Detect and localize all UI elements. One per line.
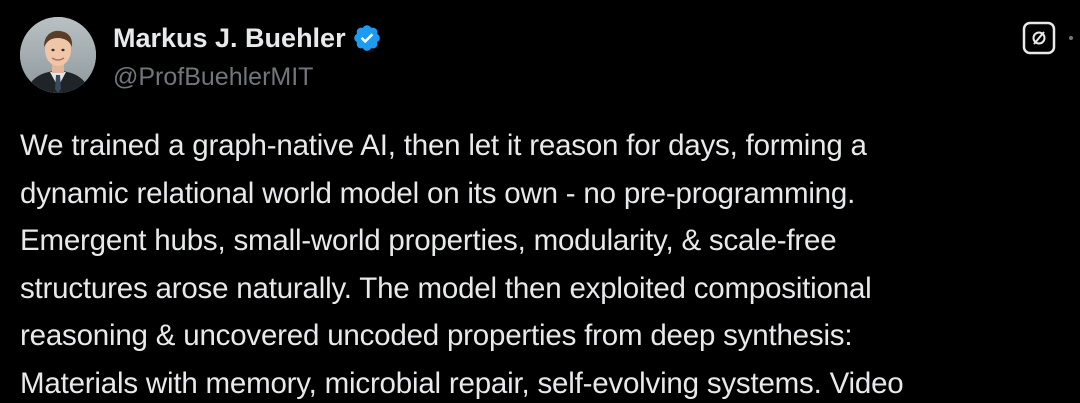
tweet-text-line: Materials with memory, microbial repair,… — [20, 366, 904, 400]
tweet-text-line: structures arose naturally. The model th… — [20, 271, 872, 305]
author-name-row[interactable]: Markus J. Buehler — [113, 20, 382, 56]
more-options-icon — [1069, 36, 1073, 40]
tweet-text-line: Emergent hubs, small-world properties, m… — [20, 224, 837, 257]
tweet-card: Markus J. Buehler @ProfBuehlerMIT We tra… — [0, 0, 1080, 403]
grok-icon — [1022, 21, 1056, 55]
grok-button[interactable] — [1022, 21, 1056, 55]
author-avatar[interactable] — [20, 17, 96, 93]
profile-photo-icon — [20, 17, 96, 93]
verified-badge-icon — [352, 23, 382, 53]
more-options-button[interactable] — [1066, 28, 1080, 48]
tweet-text: We trained a graph-native AI, then let i… — [20, 122, 1080, 403]
tweet-text-line: We trained a graph-native AI, then let i… — [20, 129, 867, 162]
tweet-text-line: dynamic relational world model on its ow… — [20, 176, 856, 210]
tweet-text-line: reasoning & uncovered uncoded properties… — [20, 319, 853, 352]
author-handle[interactable]: @ProfBuehlerMIT — [113, 60, 313, 94]
author-display-name[interactable]: Markus J. Buehler — [113, 20, 346, 56]
